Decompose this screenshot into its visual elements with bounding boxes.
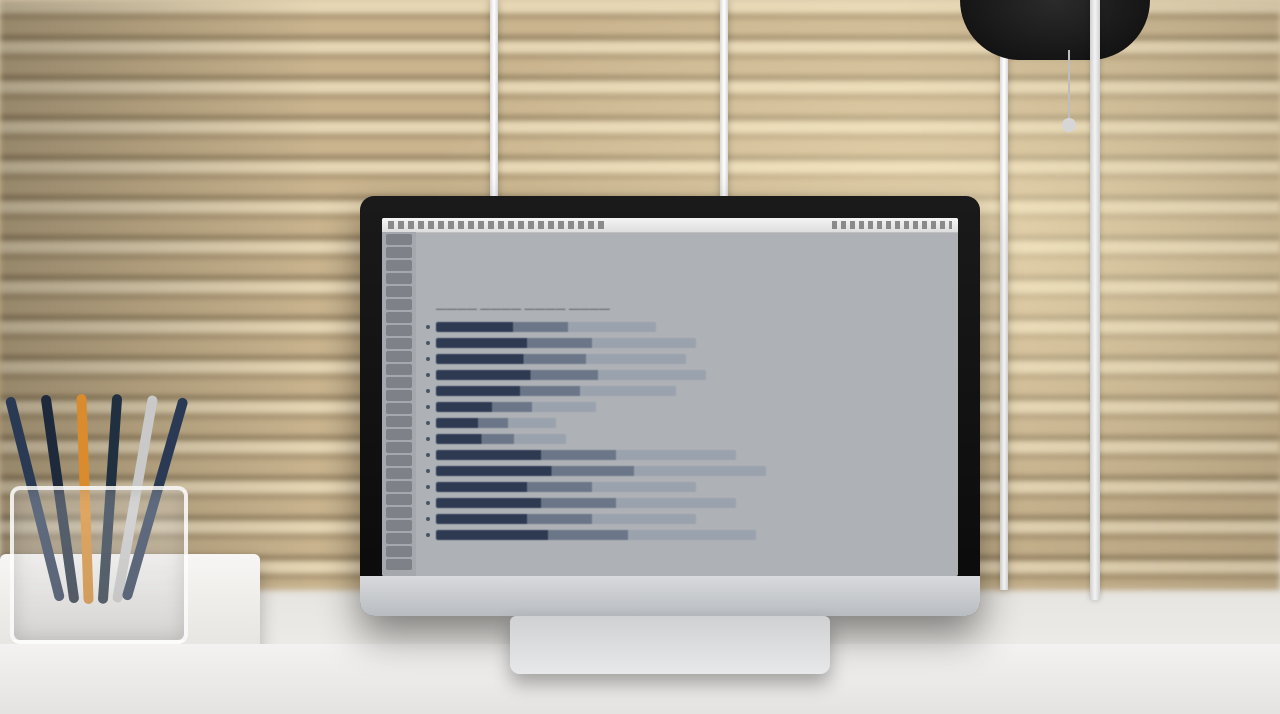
titlebar-text-placeholder (388, 221, 608, 229)
titlebar-controls-placeholder (832, 221, 952, 229)
bullet-icon (426, 453, 430, 457)
line-number-placeholder (386, 299, 412, 310)
lamp-pole (1090, 0, 1100, 600)
line-number-placeholder (386, 338, 412, 349)
bullet-icon (426, 389, 430, 393)
document-line-placeholder (436, 514, 696, 524)
bullet-icon (426, 405, 430, 409)
cup-body (10, 486, 188, 644)
line-number-placeholder (386, 442, 412, 453)
line-number-placeholder (386, 559, 412, 570)
document-line-placeholder (436, 434, 566, 444)
line-number-placeholder (386, 533, 412, 544)
desk-scene: ———— ———— ———— ———— (0, 0, 1280, 714)
line-number-gutter (382, 232, 416, 576)
monitor-chin (360, 576, 980, 616)
monitor-stand (510, 616, 830, 674)
document-line-placeholder (436, 466, 766, 476)
document-line-placeholder (436, 322, 656, 332)
line-number-placeholder (386, 286, 412, 297)
monitor: ———— ———— ———— ———— (360, 196, 980, 616)
bullet-icon (426, 469, 430, 473)
bullet-icon (426, 533, 430, 537)
lamp-shade (960, 0, 1150, 60)
bullet-icon (426, 357, 430, 361)
line-number-placeholder (386, 390, 412, 401)
line-number-placeholder (386, 234, 412, 245)
bullet-icon (426, 373, 430, 377)
lamp-pull (1062, 118, 1076, 132)
window-frame (1000, 0, 1008, 590)
line-number-placeholder (386, 429, 412, 440)
line-number-placeholder (386, 403, 412, 414)
bullet-icon (426, 517, 430, 521)
bullet-icon (426, 421, 430, 425)
line-number-placeholder (386, 520, 412, 531)
document-heading-placeholder: ———— ———— ———— ———— (436, 304, 610, 315)
document-line-placeholder (436, 354, 686, 364)
line-number-placeholder (386, 546, 412, 557)
document-line-placeholder (436, 386, 676, 396)
monitor-screen: ———— ———— ———— ———— (382, 218, 958, 576)
document-line-placeholder (436, 402, 596, 412)
line-number-placeholder (386, 416, 412, 427)
bullet-icon (426, 485, 430, 489)
line-number-placeholder (386, 247, 412, 258)
document-line-placeholder (436, 418, 556, 428)
line-number-placeholder (386, 468, 412, 479)
line-number-placeholder (386, 273, 412, 284)
line-number-placeholder (386, 351, 412, 362)
line-number-placeholder (386, 455, 412, 466)
line-number-placeholder (386, 507, 412, 518)
pen-cup (0, 384, 210, 644)
line-number-placeholder (386, 364, 412, 375)
window-titlebar (382, 218, 958, 233)
bullet-icon (426, 325, 430, 329)
document-line-placeholder (436, 530, 756, 540)
line-number-placeholder (386, 260, 412, 271)
document-line-placeholder (436, 450, 736, 460)
bullet-icon (426, 501, 430, 505)
document-line-placeholder (436, 482, 696, 492)
line-number-placeholder (386, 325, 412, 336)
document-line-placeholder (436, 498, 736, 508)
line-number-placeholder (386, 377, 412, 388)
document-line-placeholder (436, 370, 706, 380)
lamp-cord (1068, 50, 1070, 120)
line-number-placeholder (386, 481, 412, 492)
line-number-placeholder (386, 494, 412, 505)
bullet-icon (426, 341, 430, 345)
line-number-placeholder (386, 312, 412, 323)
document-line-placeholder (436, 338, 696, 348)
bullet-icon (426, 437, 430, 441)
